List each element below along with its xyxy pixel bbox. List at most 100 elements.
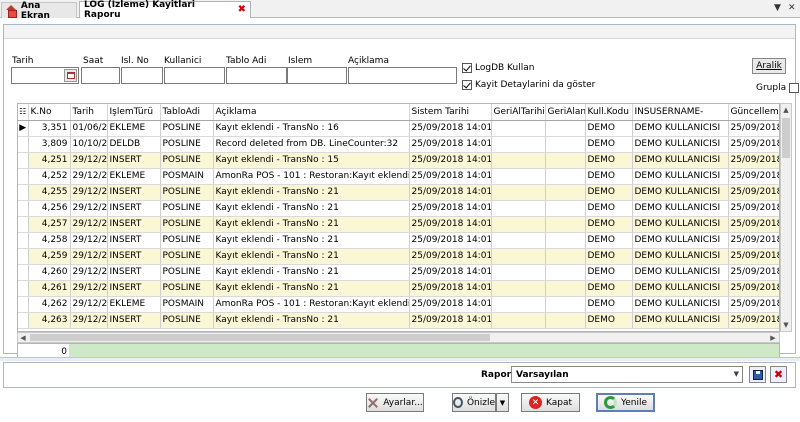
table-row[interactable]: 4,25129/12/20INSERTPOSLINEKayıt eklendi … bbox=[18, 152, 779, 169]
cell-islem-turu: INSERT bbox=[107, 264, 161, 281]
log-grid[interactable]: ☷ K.No Tarih IşlemTürü TabloAdi Açiklama Sist… bbox=[17, 103, 780, 332]
cell-islem-turu: EKLEME bbox=[107, 120, 161, 137]
column-header-geri-alan[interactable]: GeriAlan bbox=[545, 104, 586, 121]
kullanici-field[interactable] bbox=[164, 67, 225, 84]
tab-list-chevron-down-icon[interactable]: ▼ bbox=[774, 3, 781, 13]
cell-sistem-tarihi: 25/09/2018 14:01 bbox=[409, 136, 492, 153]
grid-header-row: ☷ K.No Tarih IşlemTürü TabloAdi Açiklama Sist… bbox=[18, 104, 779, 121]
report-pane: Tarih Saat Isl. No Kullanici Tablo Adi I… bbox=[3, 24, 800, 361]
tab-home[interactable]: Ana Ekran bbox=[1, 1, 77, 21]
cell-insusername: DEMO KULLANICISI bbox=[632, 248, 729, 265]
table-row[interactable]: 4,26029/12/20INSERTPOSLINEKayıt eklendi … bbox=[18, 264, 779, 281]
cell-sistem-tarihi: 25/09/2018 14:01 bbox=[409, 168, 492, 185]
cell-insusername: DEMO KULLANICISI bbox=[632, 168, 729, 185]
delete-report-button[interactable]: ✖ bbox=[770, 366, 787, 383]
logdb-checkbox[interactable]: LogDB Kullan bbox=[462, 63, 534, 73]
table-row[interactable]: 4,26229/12/20EKLEMEPOSMAINAmonRa POS - 1… bbox=[18, 296, 779, 313]
grupla-check-icon bbox=[789, 83, 800, 93]
tablo-adi-field[interactable] bbox=[226, 67, 287, 84]
save-report-button[interactable] bbox=[749, 366, 766, 383]
cell-geri-al-tarihi bbox=[491, 184, 546, 201]
scroll-up-icon[interactable]: ▲ bbox=[781, 104, 791, 116]
grid-horizontal-scrollbar[interactable]: ◀ ▶ bbox=[17, 332, 780, 343]
table-row[interactable]: 4,25829/12/20INSERTPOSLINEKayıt eklendi … bbox=[18, 232, 779, 249]
table-row[interactable]: 4,25529/12/20INSERTPOSLINEKayıt eklendi … bbox=[18, 184, 779, 201]
cell-geri-alan bbox=[545, 312, 586, 329]
kapat-button[interactable]: ✕ Kapat bbox=[521, 393, 580, 412]
cell-islem-turu: EKLEME bbox=[107, 296, 161, 313]
aciklama-field[interactable] bbox=[348, 67, 457, 84]
home-icon bbox=[6, 5, 17, 18]
cell-aciklama: Kayıt eklendi - TransNo : 15 bbox=[213, 152, 410, 169]
horizontal-scroll-thumb[interactable] bbox=[30, 334, 490, 341]
cell-sistem-tarihi: 25/09/2018 14:01 bbox=[409, 232, 492, 249]
detay-checkbox[interactable]: Kayit Detaylarini da göster bbox=[462, 80, 595, 90]
column-header-tarih[interactable]: Tarih bbox=[70, 104, 108, 121]
table-row[interactable]: 4,26329/12/20INSERTPOSLINEKayıt eklendi … bbox=[18, 312, 779, 329]
kullanici-label: Kullanici bbox=[164, 56, 202, 66]
tarih-field[interactable] bbox=[11, 67, 79, 84]
cell-tablo-adi: POSLINE bbox=[160, 152, 214, 169]
table-row[interactable]: 4,25629/12/20INSERTPOSLINEKayıt eklendi … bbox=[18, 200, 779, 217]
column-header-tablo-adi[interactable]: TabloAdi bbox=[160, 104, 214, 121]
cell-tablo-adi: POSLINE bbox=[160, 312, 214, 329]
yenile-button[interactable]: Yenile bbox=[596, 393, 655, 412]
cell-islem-turu: DELDB bbox=[107, 136, 161, 153]
rapor-label: Rapor bbox=[481, 370, 512, 380]
tab-log-report[interactable]: LOG (Izleme) Kayitlari Raporu ✖ bbox=[79, 0, 251, 20]
cell-aciklama: Kayıt eklendi - TransNo : 21 bbox=[213, 200, 410, 217]
column-header-guncelleme[interactable]: Güncelleme bbox=[728, 104, 779, 121]
column-header-kull-kodu[interactable]: Kull.Kodu bbox=[585, 104, 633, 121]
tools-icon bbox=[367, 397, 379, 409]
table-row[interactable]: 4,25729/12/20INSERTPOSLINEKayıt eklendi … bbox=[18, 216, 779, 233]
cell-geri-alan bbox=[545, 136, 586, 153]
aralik-button[interactable]: Aralik bbox=[752, 58, 786, 74]
grupla-checkbox[interactable]: Grupla bbox=[756, 83, 800, 93]
cell-geri-al-tarihi bbox=[491, 312, 546, 329]
cell-kno: 3,351 bbox=[28, 120, 71, 137]
table-row[interactable]: 4,25929/12/20INSERTPOSLINEKayıt eklendi … bbox=[18, 248, 779, 265]
cell-kull-kodu: DEMO bbox=[585, 296, 633, 313]
close-window-icon[interactable]: ✕ bbox=[788, 3, 796, 13]
cell-insusername: DEMO KULLANICISI bbox=[632, 312, 729, 329]
scroll-down-icon[interactable]: ▼ bbox=[781, 319, 791, 331]
table-row[interactable]: 4,26129/12/20INSERTPOSLINEKayıt eklendi … bbox=[18, 280, 779, 297]
row-indicator: ▶ bbox=[18, 120, 29, 137]
splitter[interactable] bbox=[0, 357, 800, 361]
islem-field[interactable] bbox=[287, 67, 347, 84]
tab-close-icon[interactable]: ✖ bbox=[238, 5, 246, 15]
cell-geri-alan bbox=[545, 152, 586, 169]
row-indicator bbox=[18, 136, 29, 153]
column-header-kno[interactable]: K.No bbox=[28, 104, 71, 121]
table-row[interactable]: 4,25229/12/20EKLEMEPOSMAINAmonRa POS - 1… bbox=[18, 168, 779, 185]
column-header-geri-al-tarihi[interactable]: GeriAlTarihi bbox=[491, 104, 546, 121]
calendar-icon[interactable] bbox=[64, 69, 77, 82]
cell-kno: 4,260 bbox=[28, 264, 71, 281]
cell-kull-kodu: DEMO bbox=[585, 120, 633, 137]
column-header-sistem-tarihi[interactable]: Sistem Tarihi bbox=[409, 104, 492, 121]
cell-sistem-tarihi: 25/09/2018 14:01 bbox=[409, 120, 492, 137]
isl-no-field[interactable] bbox=[121, 67, 163, 84]
delete-icon: ✖ bbox=[773, 368, 784, 381]
cell-kno: 4,255 bbox=[28, 184, 71, 201]
onizle-dropdown-button[interactable]: ▼ bbox=[496, 393, 509, 412]
cell-insusername: DEMO KULLANICISI bbox=[632, 264, 729, 281]
cell-tarih: 29/12/20 bbox=[70, 184, 108, 201]
ayarlar-button[interactable]: Ayarlar... bbox=[366, 393, 424, 412]
saat-field[interactable] bbox=[81, 67, 120, 84]
column-header-insusername[interactable]: INSUSERNAME- bbox=[632, 104, 729, 121]
table-row[interactable]: ▶3,35101/06/20EKLEMEPOSLINEKayıt eklendi… bbox=[18, 120, 779, 137]
cell-insusername: DEMO KULLANICISI bbox=[632, 232, 729, 249]
rapor-select[interactable]: Varsayılan ▼ bbox=[511, 366, 743, 383]
grid-vertical-scrollbar[interactable]: ▲ ▼ bbox=[780, 103, 792, 332]
cell-geri-alan bbox=[545, 248, 586, 265]
column-header-islem-turu[interactable]: IşlemTürü bbox=[107, 104, 161, 121]
cell-guncelleme: 25/09/2018 1 bbox=[728, 232, 779, 249]
onizle-button[interactable]: Önizle bbox=[452, 393, 496, 412]
cell-insusername: DEMO KULLANICISI bbox=[632, 200, 729, 217]
rapor-selected: Varsayılan bbox=[516, 370, 569, 380]
grid-menu-icon[interactable]: ☷ bbox=[18, 104, 29, 121]
table-row[interactable]: 3,80910/10/20DELDBPOSLINERecord deleted … bbox=[18, 136, 779, 153]
column-header-aciklama[interactable]: Açiklama bbox=[213, 104, 410, 121]
vertical-scroll-thumb[interactable] bbox=[782, 118, 790, 158]
